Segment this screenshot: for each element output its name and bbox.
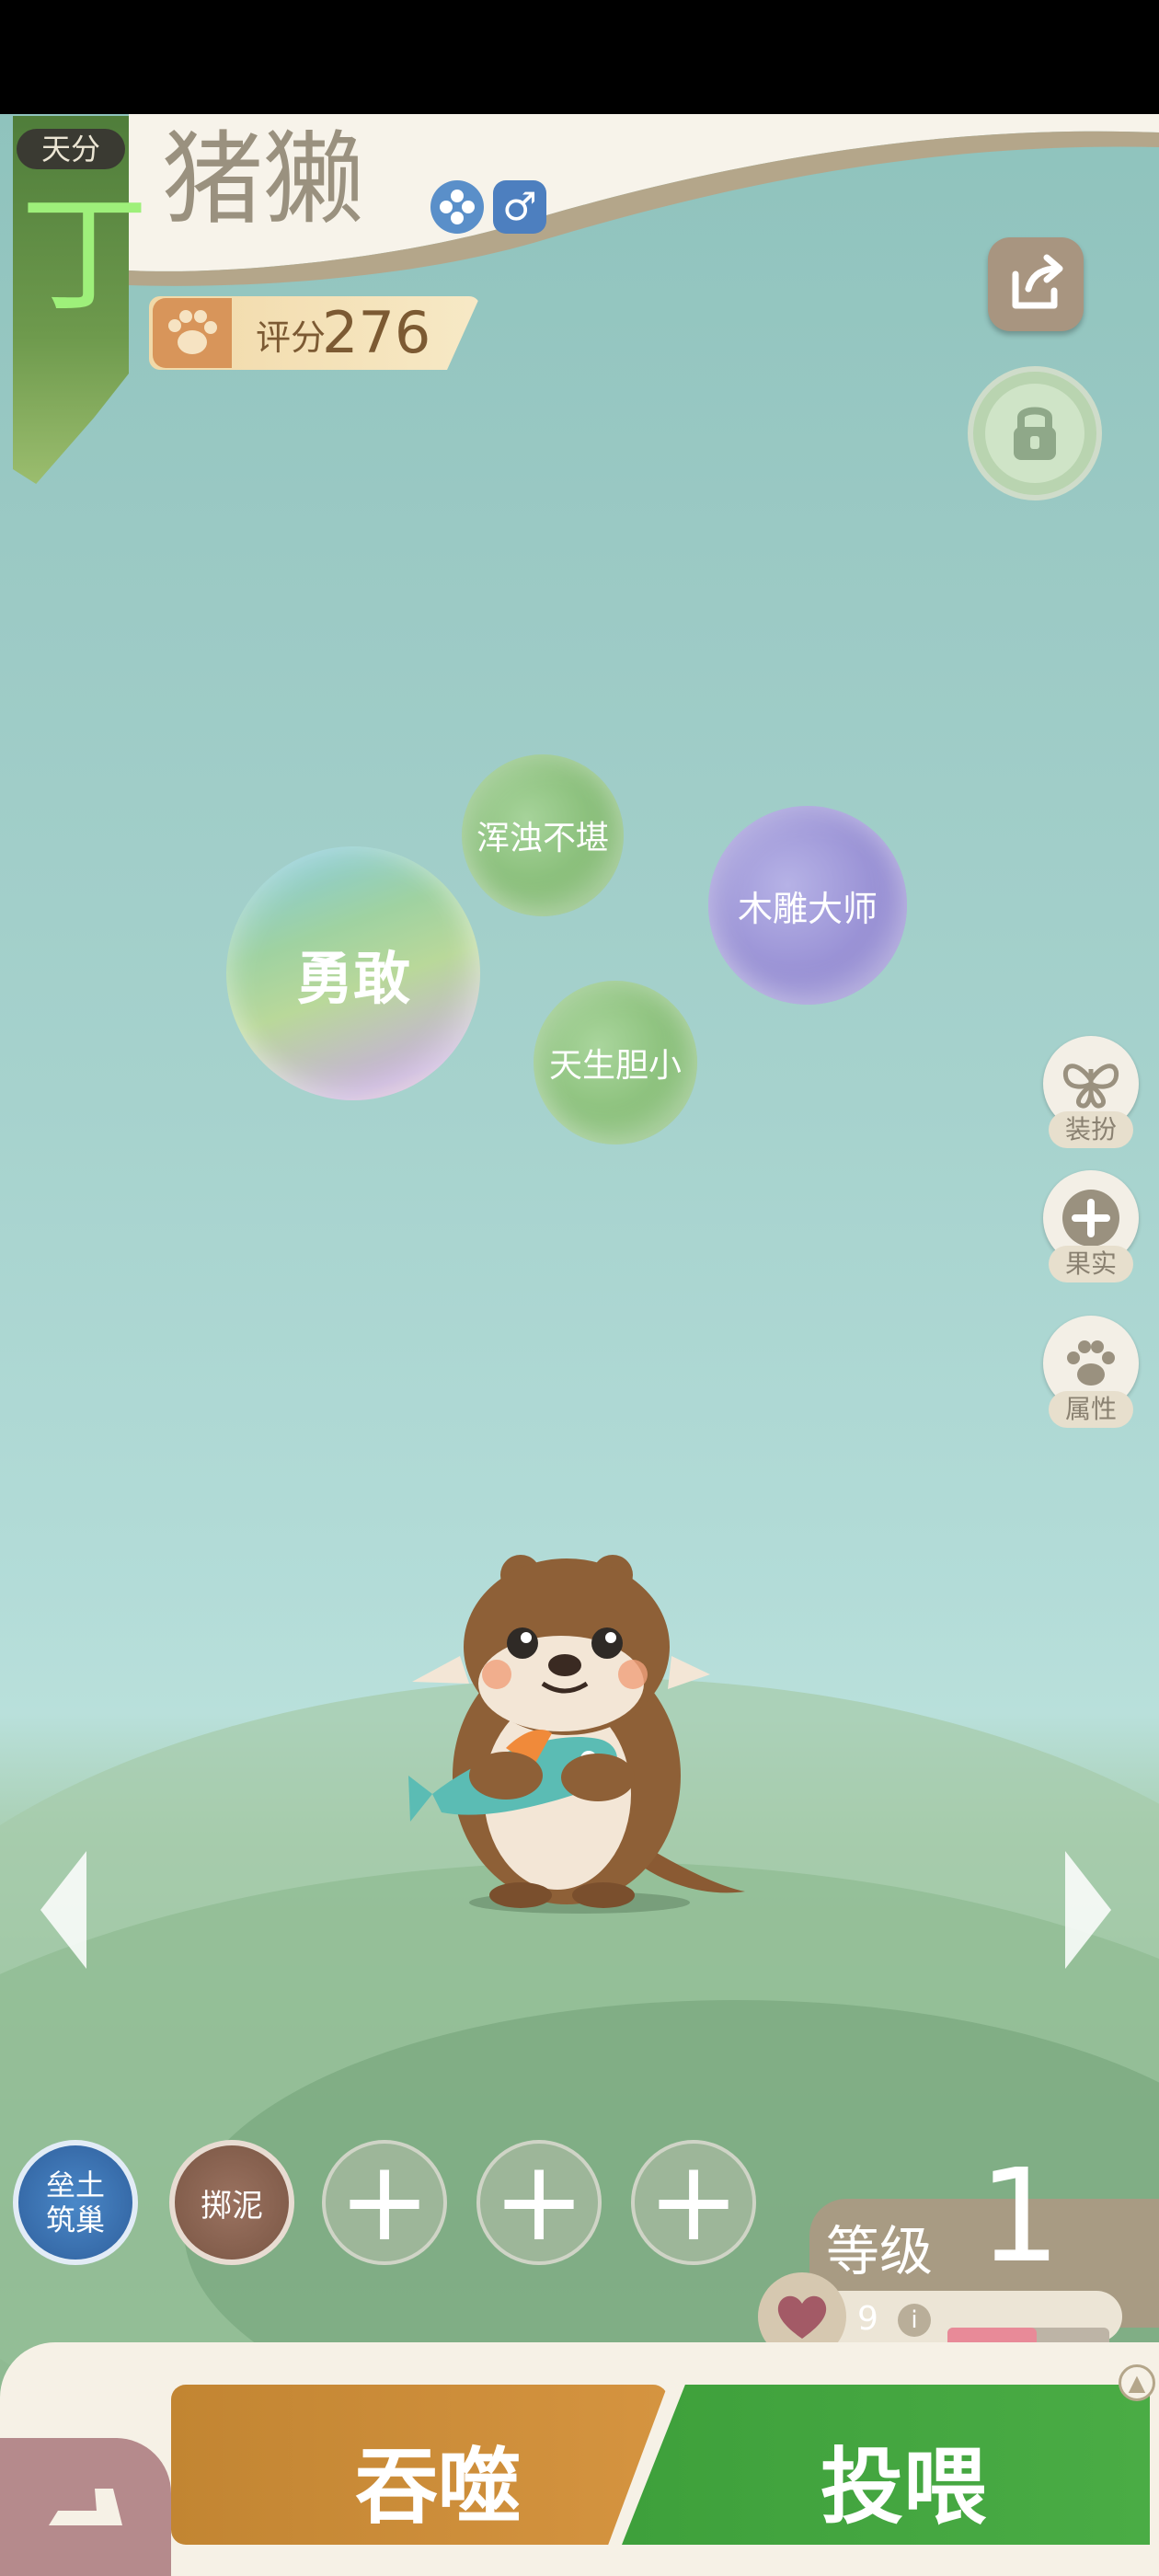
trait-label: 木雕大师 <box>737 888 878 929</box>
skill-label: 垒土筑巢 <box>45 2168 105 2237</box>
share-button[interactable] <box>988 237 1084 331</box>
grade-letter: 丁 <box>20 180 150 330</box>
otter-character[interactable] <box>405 1546 754 1914</box>
share-icon <box>1012 254 1063 309</box>
plus-icon <box>1062 1190 1119 1247</box>
collapse-button[interactable] <box>0 2438 171 2576</box>
lock-icon <box>985 384 1084 483</box>
empty-skill-slot[interactable]: + <box>476 2140 602 2265</box>
devour-button-label: 吞噬 <box>355 2439 521 2536</box>
paw-icon <box>153 298 232 368</box>
skill-slot[interactable]: 垒土筑巢 <box>13 2140 138 2265</box>
skill-slot[interactable]: 掷泥 <box>169 2140 294 2265</box>
empty-skill-slot[interactable]: + <box>631 2140 756 2265</box>
trait-label: 天生胆小 <box>548 1047 682 1085</box>
info-icon[interactable]: i <box>898 2304 931 2337</box>
score-label: 评分 <box>256 317 327 358</box>
paw-icon <box>1067 1340 1115 1386</box>
flower-icon <box>430 180 484 234</box>
attributes-label: 属性 <box>1049 1391 1133 1428</box>
butterfly-icon <box>1062 1064 1119 1109</box>
level-value: 1 <box>979 2142 1061 2292</box>
trait-bubble[interactable]: 天生胆小 <box>534 981 697 1144</box>
next-pet-arrow[interactable] <box>1065 1851 1111 1969</box>
grade-tag: 天分 <box>17 129 125 169</box>
chevron-icon <box>49 2489 122 2525</box>
male-icon: ♂ <box>493 180 546 234</box>
affection-value: 9 <box>857 2300 878 2338</box>
score-value: 276 <box>322 299 431 366</box>
trait-bubble[interactable]: 浑浊不堪 <box>462 754 624 916</box>
trait-bubble[interactable]: 勇敢 <box>226 846 480 1100</box>
empty-skill-slot[interactable]: + <box>322 2140 447 2265</box>
lock-button[interactable] <box>968 366 1102 500</box>
skill-label: 掷泥 <box>201 2187 263 2225</box>
level-label: 等级 <box>826 2220 934 2283</box>
pet-name: 猪獭 <box>162 121 364 238</box>
previous-pet-arrow[interactable] <box>40 1851 86 1969</box>
fruit-label: 果实 <box>1049 1246 1133 1282</box>
trait-label: 浑浊不堪 <box>476 820 609 857</box>
feed-button-label: 投喂 <box>820 2439 986 2536</box>
dress-up-label: 装扮 <box>1049 1111 1133 1148</box>
trait-bubble[interactable]: 木雕大师 <box>708 806 907 1005</box>
expand-up-icon[interactable]: ▲ <box>1119 2364 1155 2401</box>
trait-label: 勇敢 <box>295 945 410 1012</box>
